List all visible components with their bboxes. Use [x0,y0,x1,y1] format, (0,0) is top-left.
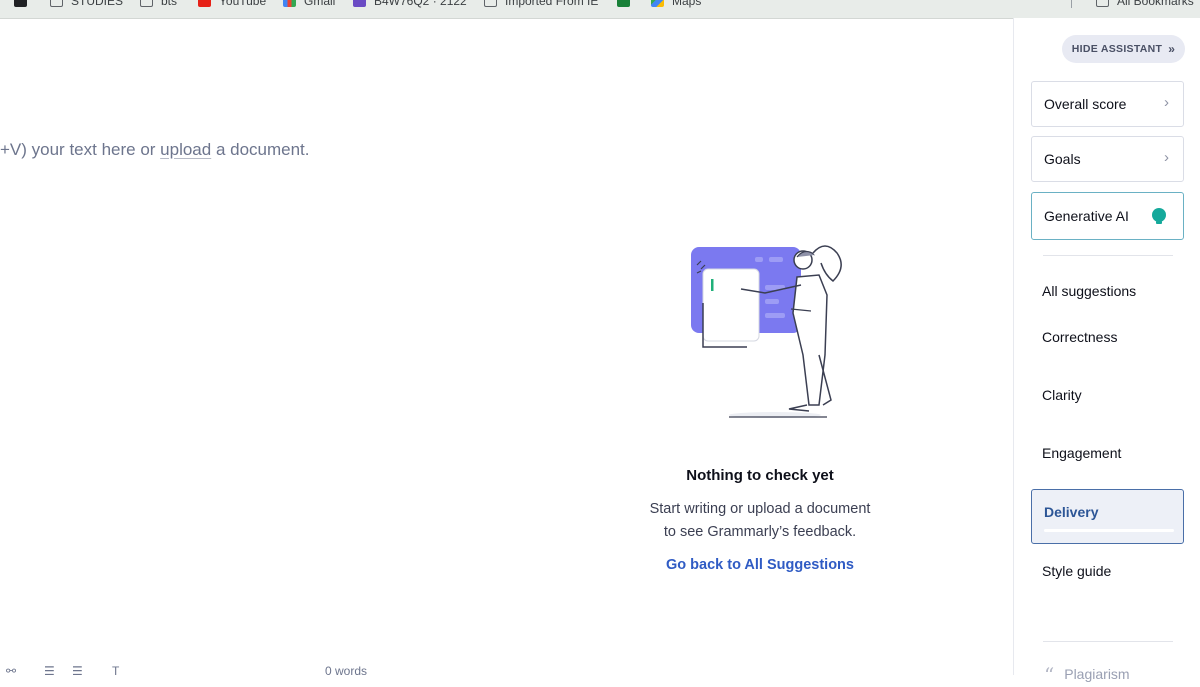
chevron-right-icon: › [1164,149,1169,166]
nav-all-suggestions[interactable]: All suggestions [1042,283,1136,299]
bookmark-maps[interactable]: Maps [651,0,701,10]
editor-placeholder[interactable]: +V) your text here or upload a document. [0,140,310,160]
folder-icon [484,0,497,7]
double-chevron-right-icon: » [1168,42,1176,56]
link-icon[interactable]: ⚯ [6,664,16,678]
quote-icon: “ [1044,663,1055,687]
chevron-right-icon: › [1164,94,1169,111]
bookmark-label: bts [161,0,178,8]
bookmark-classroom[interactable]: B4W76Q2 · 2122 [353,0,467,10]
all-bookmarks[interactable]: All Bookmarks [1096,0,1194,10]
overall-score-card[interactable]: Overall score › [1031,81,1184,127]
bookmark-label: B4W76Q2 · 2122 [374,0,467,8]
hide-assistant-label: HIDE ASSISTANT [1071,43,1163,55]
sidebar-divider [1043,255,1173,256]
numbered-list-icon[interactable]: ☰ [44,664,55,678]
bookmark-label: YouTube [219,0,267,8]
bookmark-label: Gmail [304,0,336,8]
placeholder-text: a document. [211,140,310,159]
placeholder-text: +V) your text here or [0,140,161,159]
bookmarks-bar: STUDIES bts YouTube Gmail B4W76Q2 · 2122… [0,0,1200,19]
maps-icon [651,0,664,7]
clear-format-icon[interactable]: T [112,664,119,678]
goals-card[interactable]: Goals › [1031,136,1184,182]
empty-state-title: Nothing to check yet [686,467,834,484]
folder-icon [50,0,63,7]
editor-bottom-toolbar: ⚯ ☰ ☰ T 0 words [0,664,420,678]
generative-ai-card[interactable]: Generative AI [1031,192,1184,240]
go-back-all-suggestions-link[interactable]: Go back to All Suggestions [610,557,910,573]
delivery-progress-bar [1044,529,1174,532]
theme-circle-icon [14,0,27,7]
sheets-icon [617,0,630,7]
bookmark-bts[interactable]: bts [140,0,177,10]
upload-link[interactable]: upload [160,140,211,159]
bulleted-list-icon[interactable]: ☰ [72,664,83,678]
hide-assistant-button[interactable]: HIDE ASSISTANT » [1062,35,1185,63]
empty-state-description: Start writing or upload a document to se… [610,498,910,544]
assistant-sidebar: HIDE ASSISTANT » Overall score › Goals ›… [1013,18,1200,687]
card-label: Goals [1044,151,1081,167]
bookmark-label: STUDIES [71,0,124,8]
youtube-icon [198,0,211,7]
nav-engagement[interactable]: Engagement [1042,445,1121,461]
bookmark-label: Maps [672,0,702,8]
bookmark-studies[interactable]: STUDIES [50,0,123,10]
bookmark-youtube[interactable]: YouTube [198,0,266,10]
gmail-icon [283,0,296,7]
all-bookmarks-label: All Bookmarks [1117,0,1194,8]
lightbulb-icon [1152,208,1166,224]
bookmarks-separator [1071,0,1072,8]
plagiarism-label: Plagiarism [1064,666,1130,682]
description-line: Start writing or upload a document [649,501,871,517]
bookmark-imported[interactable]: Imported From IE [484,0,598,10]
card-label: Generative AI [1044,208,1129,224]
card-label: Overall score [1044,96,1127,112]
sidebar-divider [1043,641,1173,642]
classroom-icon [353,0,366,7]
description-line: to see Grammarly’s feedback. [663,524,857,540]
folder-icon [1096,0,1109,7]
nav-style-guide[interactable]: Style guide [1042,563,1111,579]
folder-icon [140,0,153,7]
nav-plagiarism[interactable]: “ Plagiarism [1044,663,1130,687]
empty-state-illustration [691,245,842,418]
bookmark-label: Imported From IE [505,0,599,8]
bookmark-gmail[interactable]: Gmail [283,0,335,10]
bookmark-sheets[interactable] [617,0,638,10]
nav-clarity[interactable]: Clarity [1042,387,1082,403]
nav-correctness[interactable]: Correctness [1042,329,1117,345]
word-count[interactable]: 0 words [325,664,367,678]
bookmark-theme[interactable] [14,0,35,10]
nav-delivery-label: Delivery [1044,504,1099,520]
nav-delivery[interactable]: Delivery [1031,489,1184,544]
